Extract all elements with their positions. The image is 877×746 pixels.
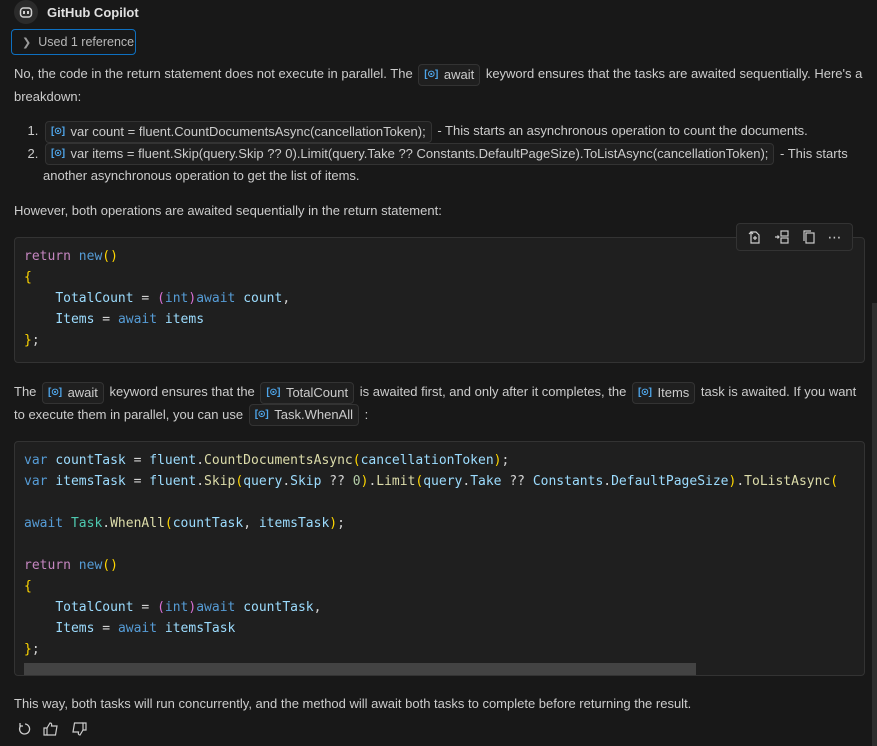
intro-text: No, the code in the return statement doe…: [14, 66, 417, 81]
chip-label: TotalCount: [285, 384, 349, 400]
symbol-reference-chip[interactable]: [⊙] await: [418, 63, 481, 86]
explain-text: keyword ensures that the: [105, 384, 259, 399]
symbol-reference-chip[interactable]: [⊙] Items: [631, 381, 696, 404]
code-line: TotalCount = (int)await count,: [55, 291, 291, 306]
copilot-icon: [14, 0, 38, 24]
chip-label: var items = fluent.Skip(query.Skip ?? 0)…: [70, 146, 769, 162]
code-line: {: [24, 579, 32, 594]
list-item: [⊙] var items = fluent.Skip(query.Skip ??…: [42, 143, 863, 188]
code-line: var countTask = fluent.CountDocumentsAsy…: [24, 453, 510, 468]
chip-label: var count = fluent.CountDocumentsAsync(c…: [70, 123, 426, 139]
explanation-paragraph: The [⊙] await keyword ensures that the [⊙…: [14, 381, 863, 427]
used-references-toggle[interactable]: ❯ Used 1 reference: [11, 29, 136, 55]
chevron-right-icon: ❯: [22, 36, 32, 49]
symbol-icon: [⊙]: [51, 148, 65, 160]
response-actions: [17, 721, 87, 737]
symbol-icon: [⊙]: [48, 386, 62, 398]
code-reference-chip[interactable]: [⊙] var count = fluent.CountDocumentsAsyn…: [45, 120, 432, 143]
copy-icon[interactable]: [801, 229, 817, 245]
intro-paragraph: No, the code in the return statement doe…: [14, 63, 863, 108]
symbol-icon: [⊙]: [51, 125, 65, 137]
chip-label: await: [67, 384, 98, 400]
symbol-reference-chip[interactable]: [⊙] await: [42, 381, 104, 404]
symbol-icon: [⊙]: [637, 386, 652, 398]
response-header: GitHub Copilot: [14, 0, 139, 24]
code-line: return new(): [24, 249, 118, 264]
code-block-toolbar: ⋯: [736, 223, 853, 251]
used-references-label: Used 1 reference: [38, 35, 135, 49]
code-line: Items = await items: [55, 312, 205, 327]
thumbs-down-icon[interactable]: [70, 721, 87, 737]
chip-label: await: [443, 66, 475, 82]
explain-text: The: [14, 384, 41, 399]
code-line: await Task.WhenAll(countTask, itemsTask)…: [24, 516, 345, 531]
list-item: [⊙] var count = fluent.CountDocumentsAsyn…: [42, 120, 863, 143]
chip-label: Items: [657, 384, 690, 400]
code-line: };: [24, 642, 40, 657]
symbol-icon: [⊙]: [424, 68, 438, 80]
breakdown-list: [⊙] var count = fluent.CountDocumentsAsyn…: [14, 120, 863, 187]
symbol-reference-chip[interactable]: [⊙] TotalCount: [260, 381, 355, 404]
insert-into-file-icon[interactable]: [747, 229, 763, 245]
code-line: };: [24, 333, 40, 348]
thumbs-up-icon[interactable]: [43, 721, 60, 737]
code-line: var itemsTask = fluent.Skip(query.Skip ?…: [24, 474, 839, 489]
symbol-icon: [⊙]: [254, 409, 269, 421]
horizontal-scrollbar[interactable]: [24, 663, 696, 675]
chip-label: Task.WhenAll: [274, 407, 353, 423]
conclusion-paragraph: This way, both tasks will run concurrent…: [14, 696, 692, 711]
code-line: {: [24, 270, 32, 285]
code-line: TotalCount = (int)await countTask,: [55, 600, 322, 615]
assistant-name: GitHub Copilot: [47, 4, 139, 20]
insert-at-cursor-icon[interactable]: [774, 229, 790, 245]
symbol-icon: [⊙]: [266, 386, 280, 398]
code-block-2[interactable]: var countTask = fluent.CountDocumentsAsy…: [14, 441, 865, 676]
explain-text: is awaited first, and only after it comp…: [356, 384, 630, 399]
however-paragraph: However, both operations are awaited seq…: [14, 203, 442, 218]
code-line: Items = await itemsTask: [55, 621, 236, 636]
list-item-text: - This starts an asynchronous operation …: [433, 123, 808, 138]
more-actions-icon[interactable]: ⋯: [828, 229, 843, 246]
retry-icon[interactable]: [17, 721, 33, 737]
vertical-scrollbar[interactable]: [872, 303, 877, 746]
code-block-1[interactable]: return new() { TotalCount = (int)await c…: [14, 237, 865, 363]
code-line: return new(): [24, 558, 118, 573]
symbol-reference-chip[interactable]: [⊙] Task.WhenAll: [248, 404, 359, 427]
code-reference-chip[interactable]: [⊙] var items = fluent.Skip(query.Skip ??…: [45, 143, 775, 166]
explain-text: :: [361, 406, 369, 422]
